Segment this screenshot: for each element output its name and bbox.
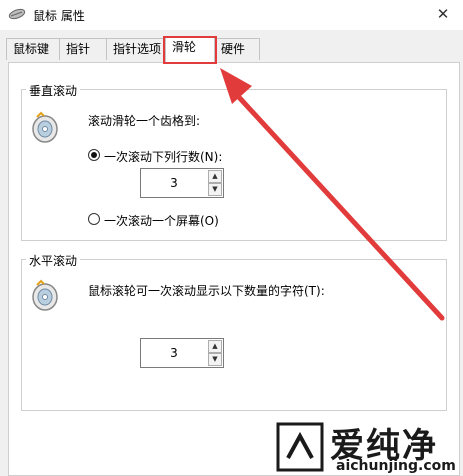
close-icon: ✕: [436, 5, 450, 23]
vertical-scroll-group: 垂直滚动 滚动滑轮一个齿格到: 一次滚动下列行数(N): 3 ▲ ▼ 一次滚动一…: [21, 82, 447, 241]
spin-up-icon[interactable]: ▲: [208, 340, 222, 353]
logo-icon: [276, 422, 324, 472]
spin-down-icon[interactable]: ▼: [208, 353, 222, 366]
lines-spinner[interactable]: 3 ▲ ▼: [140, 168, 224, 198]
radio-scroll-screen[interactable]: [88, 213, 100, 225]
radio-scroll-screen-label[interactable]: 一次滚动一个屏幕(O): [104, 212, 219, 229]
radio-scroll-lines[interactable]: [88, 149, 100, 161]
watermark-url: aichunjing.com: [336, 458, 456, 474]
chars-value[interactable]: 3: [141, 339, 207, 367]
tab-label: 硬件: [221, 42, 246, 56]
tab-hardware[interactable]: 硬件: [214, 38, 260, 60]
tab-pointer-options[interactable]: 指针选项: [106, 38, 166, 60]
tab-label: 鼠标键: [13, 42, 50, 56]
title-bar: 鼠标 属性 ✕: [0, 0, 463, 30]
group-title: 垂直滚动: [26, 82, 81, 99]
group-title: 水平滚动: [26, 252, 81, 269]
horizontal-scroll-group: 水平滚动 鼠标滚轮可一次滚动显示以下数量的字符(T): 3 ▲ ▼: [21, 252, 447, 411]
mouse-wheel-icon: [32, 279, 58, 311]
vertical-scroll-description: 滚动滑轮一个齿格到:: [88, 114, 201, 128]
tab-buttons[interactable]: 鼠标键: [6, 38, 60, 60]
mouse-wheel-icon: [32, 111, 58, 143]
radio-scroll-lines-label[interactable]: 一次滚动下列行数(N):: [104, 148, 222, 165]
spin-down-icon[interactable]: ▼: [208, 183, 222, 196]
tab-highlight-box: [163, 36, 217, 64]
spin-up-icon[interactable]: ▲: [208, 170, 222, 183]
horizontal-scroll-description: 鼠标滚轮可一次滚动显示以下数量的字符(T):: [88, 284, 325, 298]
watermark: 爱纯净 aichunjing.com: [270, 418, 460, 476]
chars-spinner[interactable]: 3 ▲ ▼: [140, 338, 224, 368]
tab-label: 指针: [66, 42, 91, 56]
tab-content-panel: 垂直滚动 滚动滑轮一个齿格到: 一次滚动下列行数(N): 3 ▲ ▼ 一次滚动一…: [8, 62, 460, 476]
close-button[interactable]: ✕: [431, 3, 455, 25]
tab-label: 指针选项: [113, 42, 162, 56]
mouse-icon: [8, 8, 26, 20]
lines-value[interactable]: 3: [141, 169, 207, 197]
tab-strip: 鼠标键 指针 指针选项 滑轮 硬件: [0, 36, 463, 63]
window-title: 鼠标 属性: [33, 9, 85, 23]
tab-pointers[interactable]: 指针: [59, 38, 107, 60]
